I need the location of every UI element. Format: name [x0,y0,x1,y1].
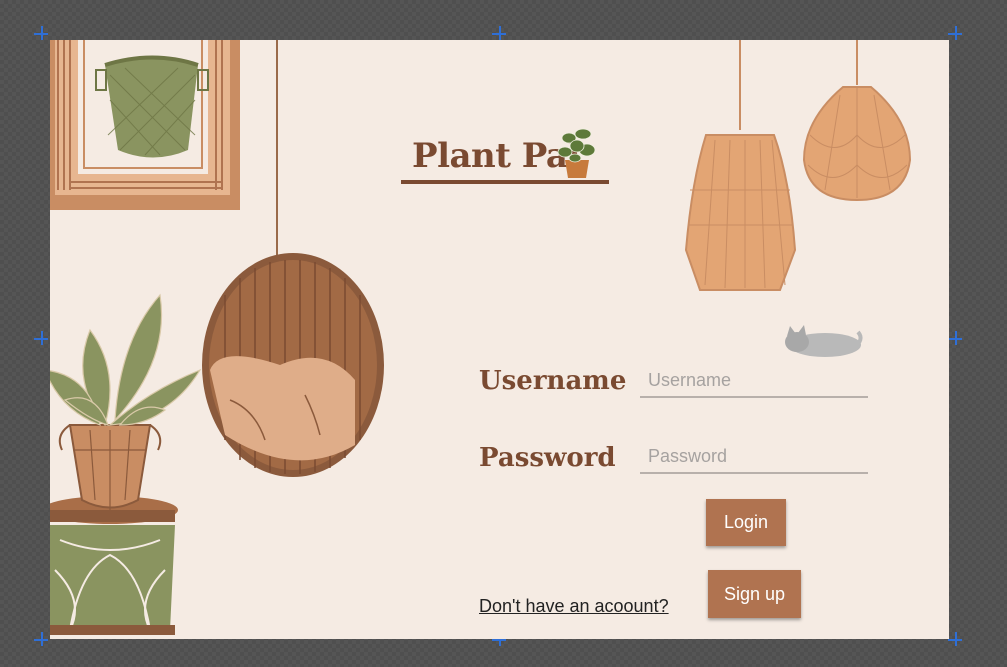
signup-button[interactable]: Sign up [708,570,801,618]
selection-handle-bottom-left[interactable] [34,632,49,647]
login-button[interactable]: Login [706,499,786,546]
username-label: Username [479,366,627,396]
sleeping-cat-icon [785,325,863,357]
potted-plant-icon [557,128,596,178]
selection-handle-middle-right[interactable] [948,331,963,346]
password-label: Password [479,443,616,473]
pendant-lamps [684,40,912,291]
title-underline [401,180,609,184]
selection-handle-bottom-right[interactable] [948,632,963,647]
potted-plant [50,293,202,510]
selection-handle-top-center[interactable] [492,26,507,41]
selection-handle-top-right[interactable] [948,26,963,41]
boho-illustration [50,40,912,635]
plant-stand [50,496,178,635]
app-title: Plant Pal [412,136,580,176]
selection-handle-top-left[interactable] [34,26,49,41]
signup-prompt-link[interactable]: Don't have an acoount? [479,596,669,617]
wall-frame-picture [50,40,240,210]
username-input[interactable] [640,364,868,398]
selection-handle-middle-left[interactable] [34,331,49,346]
password-input[interactable] [640,440,868,474]
login-window: Plant Pal Username Password Login Don't … [50,40,949,639]
